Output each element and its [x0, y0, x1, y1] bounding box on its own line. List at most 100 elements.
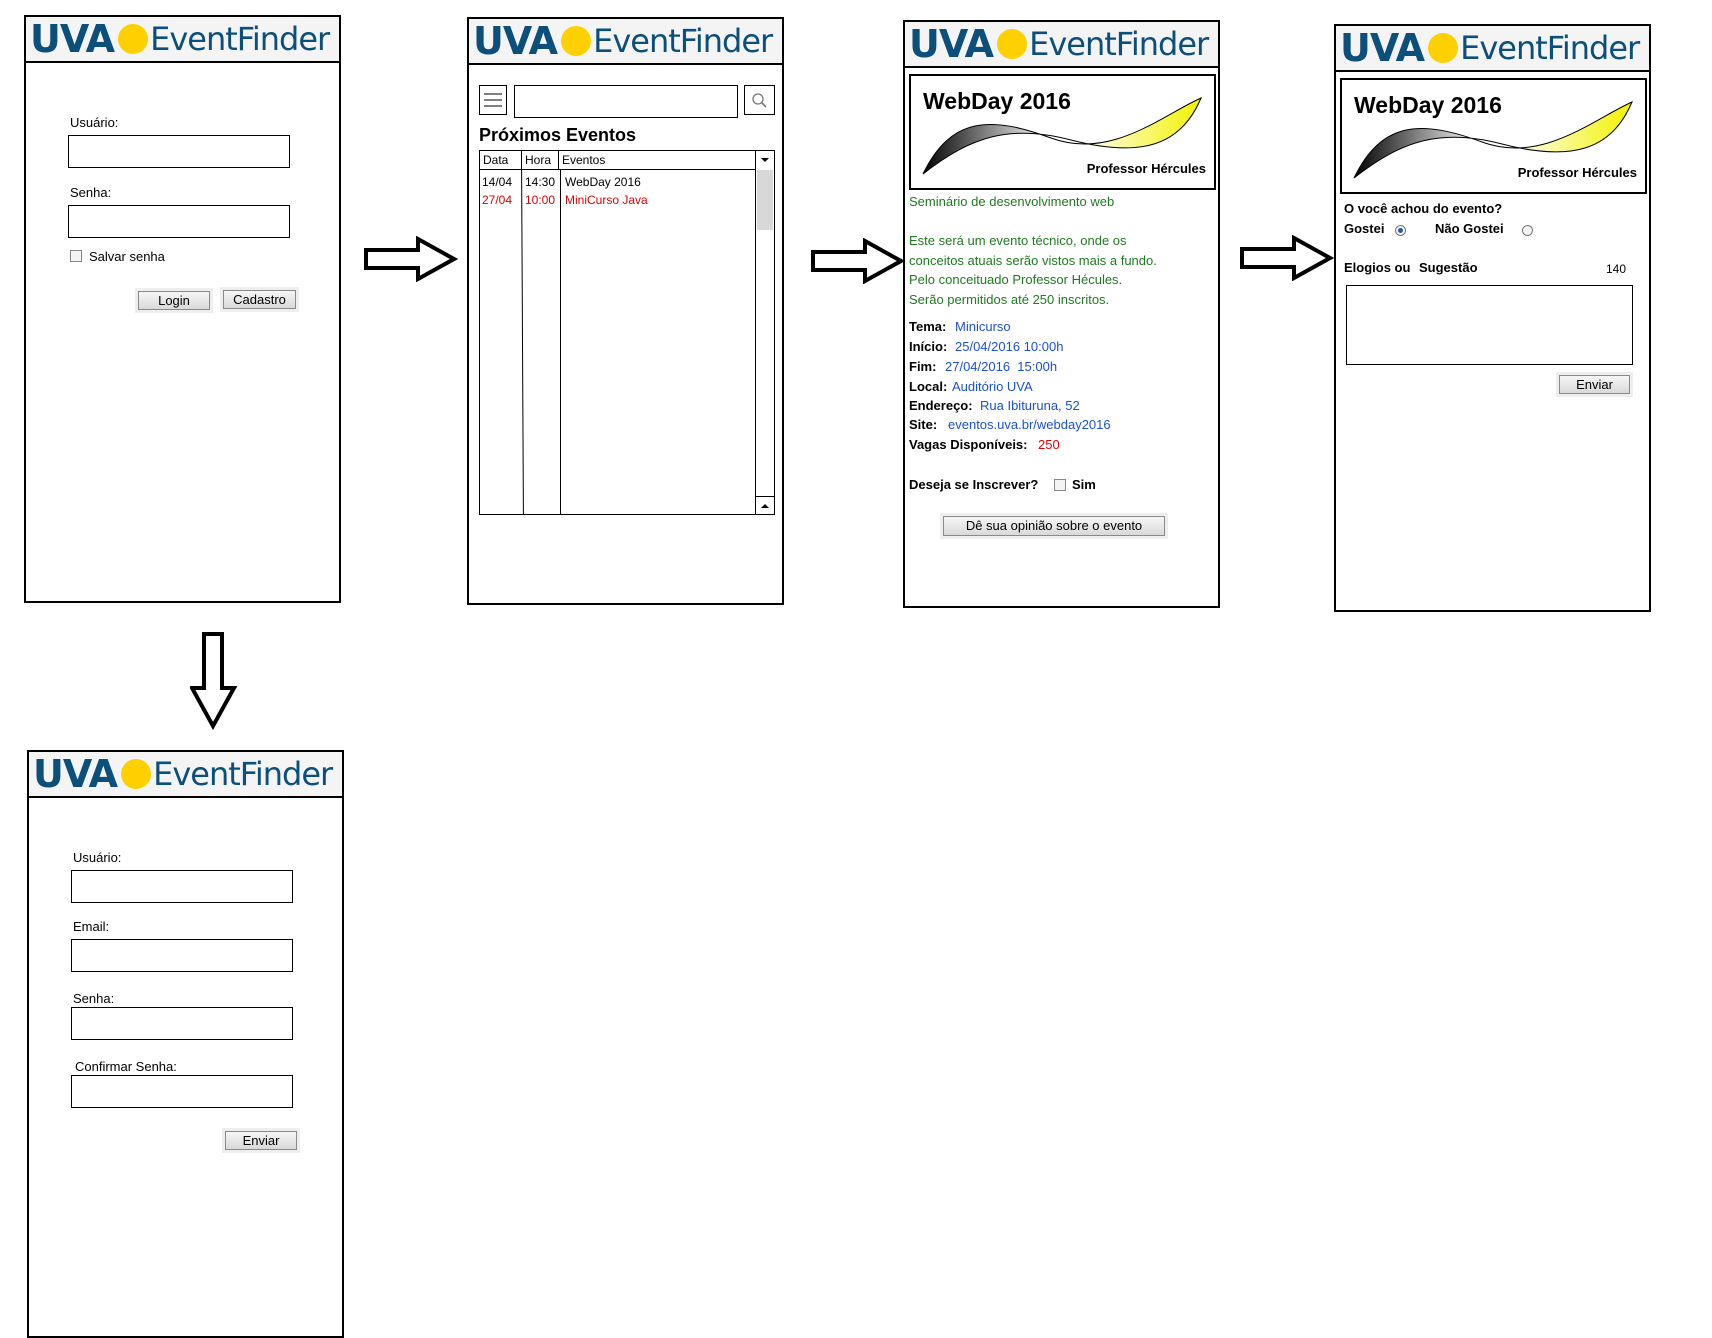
- subscribe-checkbox[interactable]: [1054, 479, 1066, 491]
- app-logo: UVA EventFinder: [29, 752, 342, 798]
- register-button[interactable]: Cadastro: [223, 290, 296, 309]
- endereco-value: Rua Ibituruna, 52: [980, 398, 1080, 413]
- column-divider: [560, 169, 561, 514]
- password-input[interactable]: [68, 205, 290, 238]
- app-logo: UVA EventFinder: [26, 17, 339, 63]
- char-counter: 140: [1606, 262, 1627, 276]
- app-logo: UVA EventFinder: [1336, 26, 1649, 72]
- disliked-radio[interactable]: [1522, 225, 1533, 236]
- event-description-line: Pelo conceituado Professor Hécules.: [909, 272, 1123, 287]
- local-value: Auditório UVA: [952, 379, 1033, 394]
- table-scrollbar[interactable]: [755, 169, 774, 514]
- logo-uva-text: UVA: [1340, 26, 1425, 70]
- site-link[interactable]: eventos.uva.br/webday2016: [948, 417, 1111, 432]
- user-input[interactable]: [71, 870, 293, 903]
- scroll-up-icon[interactable]: [756, 496, 774, 514]
- vagas-label: Vagas Disponíveis:: [909, 437, 1028, 452]
- fim-label: Fim:: [909, 359, 937, 374]
- logo-eventfinder-text: EventFinder: [150, 20, 330, 58]
- row-event[interactable]: MiniCurso Java: [565, 193, 648, 207]
- banner-title: WebDay 2016: [923, 88, 1071, 114]
- save-password-checkbox[interactable]: [70, 250, 82, 262]
- column-header-time[interactable]: Hora: [522, 151, 559, 169]
- logo-uva-text: UVA: [30, 17, 115, 61]
- logo-uva-text: UVA: [473, 19, 558, 63]
- events-screen: UVA EventFinder Próximos Eventos Data Ho…: [467, 17, 784, 605]
- event-banner: WebDay 2016 Professor Hércules: [909, 74, 1216, 190]
- comments-label: Elogios ou: [1344, 260, 1411, 275]
- app-logo: UVA EventFinder: [469, 19, 782, 65]
- password-label: Senha:: [73, 991, 115, 1006]
- fim-value: 27/04/2016 15:00h: [945, 359, 1058, 374]
- row-date[interactable]: 27/04: [482, 193, 512, 207]
- login-button[interactable]: Login: [138, 291, 210, 310]
- inicio-value: 25/04/2016 10:00h: [955, 339, 1064, 354]
- flow-arrow-right-icon: [364, 236, 458, 282]
- login-screen: UVA EventFinder Usuário: Senha: Salvar s…: [24, 15, 341, 603]
- vagas-value: 250: [1038, 437, 1060, 452]
- logo-eventfinder-text: EventFinder: [1029, 25, 1209, 63]
- dropdown-arrow-icon[interactable]: [755, 151, 774, 169]
- app-logo: UVA EventFinder: [905, 22, 1218, 68]
- events-title: Próximos Eventos: [479, 125, 637, 145]
- tema-label: Tema:: [909, 319, 947, 334]
- user-label: Usuário:: [73, 850, 122, 865]
- flow-arrow-right-icon: [1240, 235, 1334, 281]
- search-button[interactable]: [744, 85, 775, 115]
- send-button[interactable]: Enviar: [1559, 375, 1630, 394]
- feedback-screen: UVA EventFinder WebDay 2016 Professor Hé…: [1334, 24, 1651, 612]
- event-description-line: Serão permitidos até 250 inscritos.: [909, 292, 1110, 307]
- confirm-password-label: Confirmar Senha:: [75, 1059, 177, 1074]
- user-input[interactable]: [68, 135, 290, 168]
- logo-sun-icon: [997, 29, 1028, 59]
- logo-sun-icon: [1428, 33, 1459, 63]
- flow-arrow-right-icon: [811, 238, 905, 284]
- local-label: Local:: [909, 379, 948, 394]
- column-header-events[interactable]: Eventos: [559, 151, 755, 169]
- opinion-button[interactable]: Dê sua opinião sobre o evento: [943, 516, 1165, 536]
- comments-label-suffix: Sugestão: [1419, 260, 1478, 275]
- header-divider: [480, 169, 774, 170]
- send-button[interactable]: Enviar: [225, 1131, 297, 1150]
- tema-value: Minicurso: [955, 319, 1011, 334]
- logo-eventfinder-text: EventFinder: [593, 22, 773, 60]
- search-icon: [752, 93, 767, 108]
- event-summary: Seminário de desenvolvimento web: [909, 194, 1115, 209]
- password-input[interactable]: [71, 1007, 293, 1040]
- logo-uva-text: UVA: [909, 22, 994, 66]
- banner-subtitle: Professor Hércules: [1517, 165, 1637, 180]
- scrollbar-thumb[interactable]: [757, 170, 773, 230]
- column-divider: [521, 169, 524, 514]
- row-event[interactable]: WebDay 2016: [565, 175, 641, 189]
- logo-sun-icon: [561, 26, 592, 56]
- column-header-date[interactable]: Data: [480, 151, 522, 169]
- subscribe-question: Deseja se Inscrever?: [909, 477, 1039, 492]
- event-description-line: Este será um evento técnico, onde os: [909, 233, 1127, 248]
- liked-radio[interactable]: [1395, 225, 1406, 236]
- user-label: Usuário:: [70, 115, 119, 130]
- logo-eventfinder-text: EventFinder: [153, 755, 333, 793]
- save-password-label: Salvar senha: [89, 249, 165, 264]
- register-screen: UVA EventFinder Usuário: Email: Senha: C…: [27, 750, 344, 1338]
- endereco-label: Endereço:: [909, 398, 973, 413]
- email-input[interactable]: [71, 939, 293, 972]
- disliked-label: Não Gostei: [1435, 221, 1504, 236]
- email-label: Email:: [73, 919, 110, 934]
- banner-title: WebDay 2016: [1354, 92, 1502, 118]
- confirm-password-input[interactable]: [71, 1075, 293, 1108]
- hamburger-icon: [484, 93, 502, 107]
- logo-sun-icon: [121, 759, 152, 789]
- inicio-label: Início:: [909, 339, 948, 354]
- password-label: Senha:: [70, 185, 112, 200]
- row-time[interactable]: 14:30: [525, 175, 555, 189]
- event-banner: WebDay 2016 Professor Hércules: [1340, 78, 1647, 194]
- liked-label: Gostei: [1344, 221, 1385, 236]
- search-input[interactable]: [514, 85, 738, 118]
- logo-eventfinder-text: EventFinder: [1460, 29, 1640, 67]
- menu-button[interactable]: [479, 85, 507, 115]
- row-date[interactable]: 14/04: [482, 175, 512, 189]
- row-time[interactable]: 10:00: [525, 193, 555, 207]
- flow-arrow-down-icon: [190, 632, 238, 730]
- comments-textarea[interactable]: [1346, 285, 1633, 365]
- event-description-line: conceitos atuais serão vistos mais a fun…: [909, 253, 1157, 268]
